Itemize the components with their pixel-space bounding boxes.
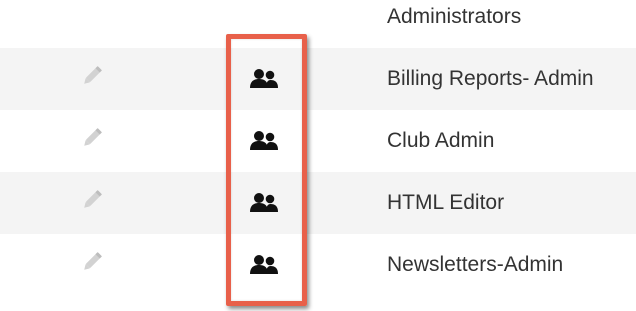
pencil-icon[interactable] bbox=[78, 186, 106, 214]
group-name[interactable]: HTML Editor bbox=[387, 172, 504, 234]
groups-table: Administrators Billing Reports- Admin Cl… bbox=[0, 0, 636, 311]
group-icon[interactable] bbox=[249, 191, 279, 215]
group-icon[interactable] bbox=[249, 129, 279, 153]
group-name[interactable]: Newsletters-Admin bbox=[387, 234, 563, 296]
table-row: Administrators bbox=[0, 0, 636, 48]
pencil-icon[interactable] bbox=[78, 62, 106, 90]
pencil-icon[interactable] bbox=[78, 248, 106, 276]
group-name[interactable]: Administrators bbox=[387, 0, 521, 48]
group-icon[interactable] bbox=[249, 67, 279, 91]
table-row: Billing Reports- Admin bbox=[0, 48, 636, 110]
group-name[interactable]: Billing Reports- Admin bbox=[387, 48, 594, 110]
table-row: HTML Editor bbox=[0, 172, 636, 234]
group-name[interactable]: Club Admin bbox=[387, 110, 494, 172]
table-row: Club Admin bbox=[0, 110, 636, 172]
group-icon[interactable] bbox=[249, 253, 279, 277]
table-row: Newsletters-Admin bbox=[0, 234, 636, 311]
pencil-icon[interactable] bbox=[78, 124, 106, 152]
